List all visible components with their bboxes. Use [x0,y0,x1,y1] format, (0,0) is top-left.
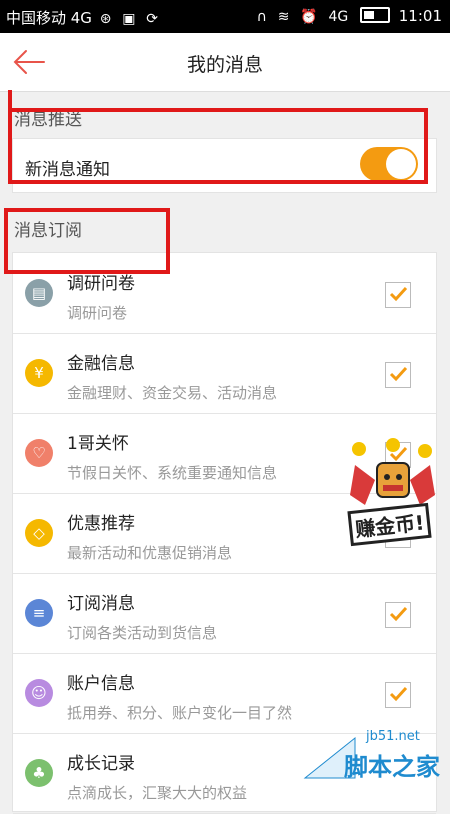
tag-icon: ◇ [25,519,53,547]
watermark-name: 脚本之家 [344,753,440,781]
item-checkbox[interactable] [385,362,411,388]
item-subtitle: 最新活动和优惠促销消息 [67,544,233,562]
item-subtitle: 抵用券、积分、账户变化一目了然 [67,704,293,722]
earn-coins-label: 赚金币! [347,502,432,547]
highlight-box-push [8,108,428,184]
sync-icon: ⟳ [146,11,158,27]
app-header: 我的消息 [0,33,450,92]
alarm-icon: ⏰ [300,9,318,25]
item-subtitle: 订阅各类活动到货信息 [67,624,218,642]
earn-coins-badge[interactable]: 赚金币! [345,435,440,547]
sim-icon: ⊛ [99,11,112,27]
person-icon: ☺ [25,679,53,707]
carrier-label: 中国移动 4G [6,9,92,27]
checkmark-icon [389,686,408,702]
battery-icon [359,7,390,23]
site-watermark: jb51.net 脚本之家 [300,725,450,800]
money-bag-icon: ¥ [25,359,53,387]
list-item[interactable]: ≡ 订阅消息 订阅各类活动到货信息 [13,573,436,654]
list-item[interactable]: ¥ 金融信息 金融理财、资金交易、活动消息 [13,333,436,414]
item-checkbox[interactable] [385,282,411,308]
item-subtitle: 节假日关怀、系统重要通知信息 [67,464,278,482]
item-checkbox[interactable] [385,602,411,628]
vibrate-icon: ≋ [277,9,290,25]
checkmark-icon [389,286,408,302]
item-title: 成长记录 [67,754,135,774]
watermark-site: jb51.net [366,729,420,744]
status-bar: 中国移动 4G ⊛ ▣ ⟳ ∩ ≋ ⏰ 4G 11:01 [0,0,450,33]
checkmark-icon [389,606,408,622]
clock: 11:01 [398,7,442,25]
gallery-icon: ▣ [122,11,136,27]
leaf-icon: ♣ [25,759,53,787]
checkmark-icon [389,366,408,382]
page-title: 我的消息 [186,54,263,76]
item-title: 1哥关怀 [67,434,129,454]
list-item[interactable]: ☺ 账户信息 抵用券、积分、账户变化一目了然 [13,653,436,734]
signal-icon: 4G [328,9,349,25]
item-subtitle: 调研问卷 [67,304,128,322]
highlight-box-subscribe [4,208,170,274]
document-icon: ≡ [25,599,53,627]
item-checkbox[interactable] [385,682,411,708]
item-title: 账户信息 [67,674,135,694]
heart-icon: ♡ [25,439,53,467]
headphones-icon: ∩ [256,9,267,25]
item-title: 订阅消息 [67,594,135,614]
clipboard-icon: ▤ [25,279,53,307]
highlight-mark [8,90,12,112]
item-title: 优惠推荐 [67,514,135,534]
item-title: 金融信息 [67,354,135,374]
item-subtitle: 金融理财、资金交易、活动消息 [67,384,278,402]
